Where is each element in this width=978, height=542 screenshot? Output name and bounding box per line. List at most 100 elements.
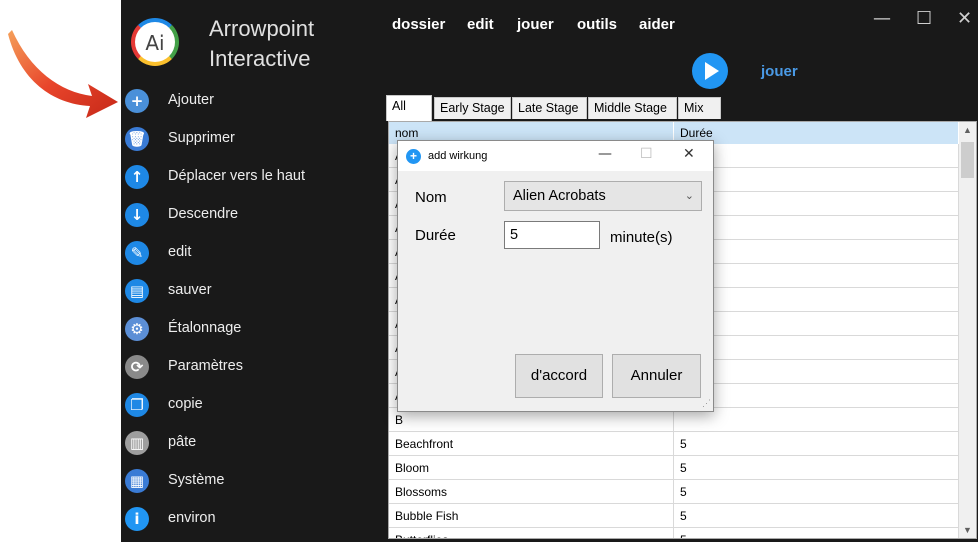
cell-nom: Bubble Fish [389, 504, 674, 528]
cell-duree [674, 144, 959, 168]
menu-edit[interactable]: edit [467, 16, 494, 33]
sidebar-item-label: environ [168, 510, 216, 526]
table-row[interactable]: Bubble Fish 5 [389, 504, 959, 528]
sidebar-item-5[interactable]: ▤ sauver [125, 274, 353, 308]
ok-button[interactable]: d'accord [515, 354, 603, 398]
sidebar-item-7[interactable]: ⟳ Paramètres [125, 350, 353, 384]
table-row[interactable]: Butterflies5 [389, 528, 959, 538]
clipboard-edit-icon: ✎ [125, 241, 149, 265]
cell-nom: Beachfront [389, 432, 674, 456]
tab-late-stage[interactable]: Late Stage [512, 97, 587, 119]
menu-aider[interactable]: aider [639, 16, 675, 33]
scrollbar-thumb[interactable] [961, 142, 974, 178]
settings-grey-icon: ⟳ [125, 355, 149, 379]
cell-duree: 5 [674, 528, 959, 538]
window-minimize-button[interactable]: — [873, 8, 891, 29]
sidebar-item-11[interactable]: i environ [125, 502, 353, 536]
chevron-down-icon: ⌄ [684, 190, 694, 202]
duree-input[interactable]: 5 [504, 221, 600, 249]
cell-duree [674, 360, 959, 384]
menu-outils[interactable]: outils [577, 16, 617, 33]
tab-middle-stage[interactable]: Middle Stage [588, 97, 677, 119]
arrow-up-icon: ↑ [125, 165, 149, 189]
sidebar-item-label: Descendre [168, 206, 239, 222]
tab-all[interactable]: All [386, 95, 432, 121]
duree-label: Durée [415, 227, 456, 244]
cell-duree: 5 [674, 504, 959, 528]
gear-icon: ⚙ [125, 317, 149, 341]
brand-name-line1: Arrowpoint [209, 16, 315, 41]
sidebar-item-label: Déplacer vers le haut [168, 168, 306, 184]
sidebar-item-label: Étalonnage [168, 320, 242, 336]
cell-duree: 5 [674, 432, 959, 456]
sidebar-item-10[interactable]: ▦ Système [125, 464, 353, 498]
system-icon: ▦ [125, 469, 149, 493]
cell-duree [674, 384, 959, 408]
resize-grip-icon[interactable]: ⋰ [702, 398, 711, 409]
logo-text: Ai [145, 31, 165, 55]
sidebar-item-8[interactable]: ❐ copie [125, 388, 353, 422]
play-icon [705, 62, 719, 80]
cell-duree [674, 288, 959, 312]
cell-duree [674, 264, 959, 288]
table-row[interactable]: Beachfront 5 [389, 432, 959, 456]
cell-nom: Butterflies [389, 528, 674, 538]
cell-duree [674, 192, 959, 216]
sidebar-item-4[interactable]: ✎ edit [125, 236, 353, 270]
sidebar-item-label: Système [168, 472, 225, 488]
scroll-down-icon[interactable]: ▼ [959, 522, 976, 538]
cell-duree [674, 336, 959, 360]
sidebar-item-0[interactable]: + Ajouter [125, 84, 353, 118]
cell-nom: Bloom [389, 456, 674, 480]
cell-duree [674, 408, 959, 432]
dialog-maximize-button: ☐ [640, 146, 653, 162]
sidebar-item-3[interactable]: ↓ Descendre [125, 198, 353, 232]
sidebar-item-label: Supprimer [168, 130, 235, 146]
column-header-duree[interactable]: Durée [674, 122, 959, 144]
cell-duree [674, 240, 959, 264]
cell-duree [674, 216, 959, 240]
sidebar-item-label: Ajouter [168, 92, 214, 108]
nom-select[interactable]: Alien Acrobats ⌄ [504, 181, 702, 211]
sidebar-item-label: edit [168, 244, 192, 260]
annotation-arrow [8, 30, 118, 118]
trash-icon: 🗑 [125, 127, 149, 151]
save-icon: ▤ [125, 279, 149, 303]
sidebar-item-1[interactable]: 🗑 Supprimer [125, 122, 353, 156]
tab-mix[interactable]: Mix [678, 97, 721, 119]
plus-circle-icon: + [125, 89, 149, 113]
dialog-minimize-button[interactable]: — [598, 146, 612, 162]
sidebar-item-label: Paramètres [168, 358, 243, 374]
table-row[interactable]: Bloom 5 [389, 456, 959, 480]
menu-dossier[interactable]: dossier [392, 16, 445, 33]
paste-icon: ▥ [125, 431, 149, 455]
sidebar-item-2[interactable]: ↑ Déplacer vers le haut [125, 160, 353, 194]
table-row[interactable]: Blossoms 5 [389, 480, 959, 504]
sidebar-item-label: sauver [168, 282, 212, 298]
window-close-button[interactable]: ✕ [957, 8, 972, 29]
sidebar-item-9[interactable]: ▥ pâte [125, 426, 353, 460]
scroll-up-icon[interactable]: ▲ [959, 122, 976, 138]
copy-icon: ❐ [125, 393, 149, 417]
dialog-titlebar: + add wirkung — ☐ ✕ [398, 141, 713, 171]
sidebar-item-6[interactable]: ⚙ Étalonnage [125, 312, 353, 346]
vertical-scrollbar[interactable]: ▲ ▼ [959, 122, 976, 538]
unit-label: minute(s) [610, 229, 673, 246]
tab-early-stage[interactable]: Early Stage [434, 97, 511, 119]
dialog-close-button[interactable]: ✕ [683, 146, 695, 162]
cell-duree: 5 [674, 456, 959, 480]
info-icon: i [125, 507, 149, 531]
sidebar-item-label: pâte [168, 434, 197, 450]
sidebar-item-label: copie [168, 396, 203, 412]
cell-duree [674, 312, 959, 336]
arrow-down-icon: ↓ [125, 203, 149, 227]
cell-nom: Blossoms [389, 480, 674, 504]
play-button[interactable] [692, 53, 728, 89]
window-maximize-button[interactable]: ☐ [916, 8, 932, 29]
dialog-title: add wirkung [428, 150, 488, 162]
play-label[interactable]: jouer [761, 63, 798, 80]
cancel-button[interactable]: Annuler [612, 354, 701, 398]
brand-logo: Ai [131, 18, 179, 66]
plus-circle-icon: + [406, 149, 421, 164]
menu-jouer[interactable]: jouer [517, 16, 554, 33]
